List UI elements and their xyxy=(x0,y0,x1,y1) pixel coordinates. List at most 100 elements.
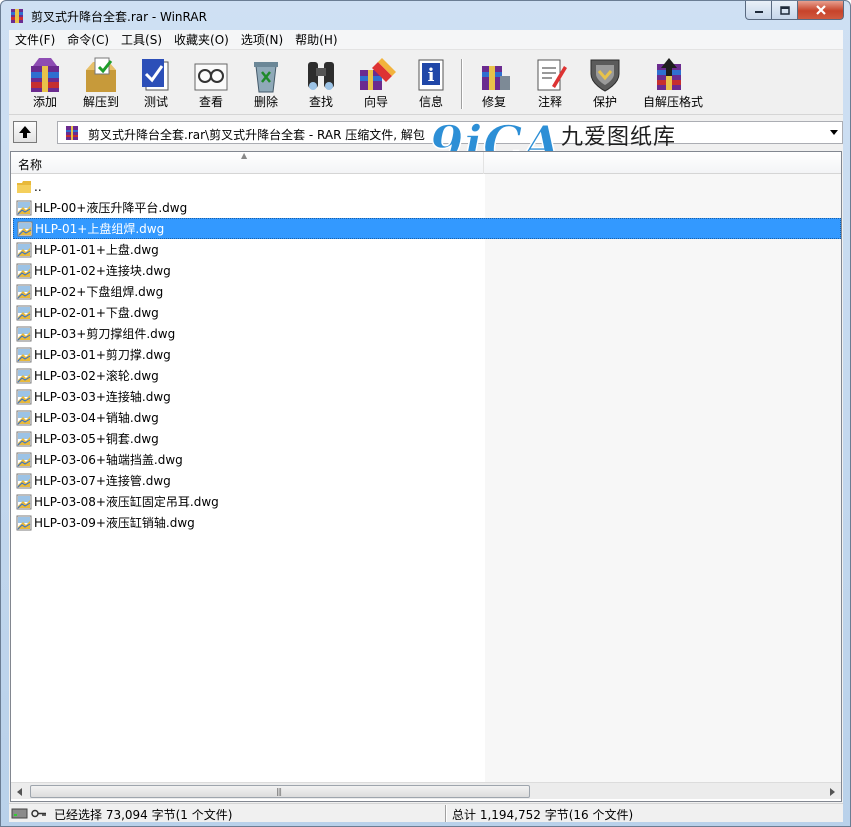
toolbar-separator xyxy=(461,59,463,109)
menu-help[interactable]: 帮助(H) xyxy=(289,30,343,50)
dwg-file-icon xyxy=(16,284,32,299)
table-row[interactable]: HLP-03-05+铜套.dwg xyxy=(13,428,483,449)
file-name: HLP-03-01+剪刀撑.dwg xyxy=(34,348,171,362)
protect-icon xyxy=(590,59,620,92)
table-row[interactable]: HLP-03-04+销轴.dwg xyxy=(13,407,483,428)
test-icon xyxy=(142,59,169,91)
toolbar-delete-label: 删除 xyxy=(253,95,278,109)
dwg-file-icon xyxy=(16,452,32,467)
dwg-file-icon xyxy=(16,410,32,425)
file-name: HLP-03-03+连接轴.dwg xyxy=(34,390,171,404)
toolbar-repair-button[interactable]: 修复 xyxy=(468,54,520,112)
file-name: HLP-02+下盘组焊.dwg xyxy=(34,285,164,299)
repair-icon xyxy=(482,66,510,90)
toolbar-repair-label: 修复 xyxy=(481,95,506,109)
file-name: HLP-01-01+上盘.dwg xyxy=(34,243,159,257)
status-divider xyxy=(445,805,447,822)
toolbar-info-button[interactable]: i 信息 xyxy=(405,54,457,112)
maximize-button[interactable] xyxy=(772,1,798,20)
menu-file[interactable]: 文件(F) xyxy=(9,30,61,50)
close-button[interactable] xyxy=(798,1,844,20)
menu-options[interactable]: 选项(N) xyxy=(235,30,289,50)
extract-to-icon xyxy=(86,57,116,92)
menu-favorites[interactable]: 收藏夹(O) xyxy=(168,30,235,50)
horizontal-scrollbar[interactable]: ||| xyxy=(11,782,841,799)
toolbar-find-button[interactable]: 查找 xyxy=(295,54,347,112)
dwg-file-icon xyxy=(16,200,32,215)
close-icon xyxy=(815,5,826,15)
toolbar-find-label: 查找 xyxy=(308,95,333,109)
file-name: HLP-03-09+液压缸销轴.dwg xyxy=(34,516,195,530)
winrar-window: 剪叉式升降台全套.rar - WinRAR 文件(F) 命令(C) 工具(S) … xyxy=(0,0,851,827)
scroll-right-button[interactable] xyxy=(824,783,841,800)
file-name: HLP-03-04+销轴.dwg xyxy=(34,411,159,425)
toolbar-add-button[interactable]: 添加 xyxy=(19,54,71,112)
table-row[interactable]: HLP-00+液压升降平台.dwg xyxy=(13,197,483,218)
find-icon xyxy=(308,62,334,90)
toolbar-protect-label: 保护 xyxy=(592,95,617,109)
toolbar-comment-button[interactable]: 注释 xyxy=(524,54,576,112)
file-name: HLP-03-07+连接管.dwg xyxy=(34,474,171,488)
folder-icon xyxy=(17,180,31,193)
table-row[interactable]: HLP-03-03+连接轴.dwg xyxy=(13,386,483,407)
table-row[interactable]: HLP-03-09+液压缸销轴.dwg xyxy=(13,512,483,533)
toolbar-wizard-label: 向导 xyxy=(363,95,388,109)
dwg-file-icon xyxy=(16,494,32,509)
table-row[interactable]: HLP-01-02+连接块.dwg xyxy=(13,260,483,281)
file-list[interactable]: ▲ 名称 .. HLP-00+液压升降平台.dwg HLP-01+上盘组焊.dwg H… xyxy=(10,151,842,802)
scroll-thumb[interactable]: ||| xyxy=(30,785,530,798)
table-row[interactable]: HLP-01+上盘组焊.dwg xyxy=(13,218,841,239)
toolbar-sfx-button[interactable]: 自解压格式 xyxy=(643,54,703,112)
toolbar-wizard-button[interactable]: 向导 xyxy=(350,54,402,112)
table-row[interactable]: HLP-02+下盘组焊.dwg xyxy=(13,281,483,302)
scroll-grip-icon: ||| xyxy=(276,787,282,796)
parent-folder-row[interactable]: .. xyxy=(13,176,483,197)
file-name: HLP-03-02+滚轮.dwg xyxy=(34,369,159,383)
column-header: ▲ 名称 xyxy=(11,152,841,174)
table-row[interactable]: HLP-01-01+上盘.dwg xyxy=(13,239,483,260)
menu-commands[interactable]: 命令(C) xyxy=(61,30,115,50)
table-row[interactable]: HLP-02-01+下盘.dwg xyxy=(13,302,483,323)
comment-icon xyxy=(537,59,567,91)
path-dropdown-button[interactable] xyxy=(825,122,842,143)
path-combobox[interactable]: 剪叉式升降台全套.rar\剪叉式升降台全套 - RAR 压缩文件, 解包 xyxy=(57,121,843,144)
toolbar-delete-button[interactable]: 删除 xyxy=(240,54,292,112)
toolbar-add-label: 添加 xyxy=(32,95,57,109)
dwg-file-icon xyxy=(17,221,33,236)
column-header-empty[interactable] xyxy=(485,152,841,174)
scroll-left-button[interactable] xyxy=(11,783,28,800)
up-folder-button[interactable] xyxy=(13,121,37,143)
wizard-icon xyxy=(360,58,396,90)
add-archive-icon xyxy=(31,58,59,92)
info-icon: i xyxy=(418,59,444,91)
column-name-header[interactable]: ▲ 名称 xyxy=(11,152,484,174)
table-row[interactable]: HLP-03-02+滚轮.dwg xyxy=(13,365,483,386)
file-name: HLP-03+剪刀撑组件.dwg xyxy=(34,327,176,341)
toolbar-test-button[interactable]: 测试 xyxy=(130,54,182,112)
dwg-file-icon xyxy=(16,326,32,341)
minimize-button[interactable] xyxy=(745,1,772,20)
total-status: 总计 1,194,752 字节(16 个文件) xyxy=(452,808,634,822)
delete-icon xyxy=(254,62,278,93)
dwg-file-icon xyxy=(16,368,32,383)
toolbar-extract-button[interactable]: 解压到 xyxy=(75,54,127,112)
table-row[interactable]: HLP-03-07+连接管.dwg xyxy=(13,470,483,491)
file-name: .. xyxy=(34,179,42,194)
file-name: HLP-01-02+连接块.dwg xyxy=(34,264,171,278)
scroll-right-icon xyxy=(830,787,835,796)
archive-icon xyxy=(66,126,78,140)
table-row[interactable]: HLP-03-06+轴端挡盖.dwg xyxy=(13,449,483,470)
table-row[interactable]: HLP-03-08+液压缸固定吊耳.dwg xyxy=(13,491,483,512)
winrar-app-icon[interactable] xyxy=(9,8,25,24)
dwg-file-icon xyxy=(16,431,32,446)
file-name: HLP-03-05+铜套.dwg xyxy=(34,432,159,446)
table-row[interactable]: HLP-03-01+剪刀撑.dwg xyxy=(13,344,483,365)
toolbar-protect-button[interactable]: 保护 xyxy=(579,54,631,112)
menu-tools[interactable]: 工具(S) xyxy=(115,30,168,50)
dwg-file-icon xyxy=(16,305,32,320)
scroll-left-icon xyxy=(17,787,22,796)
title-bar[interactable]: 剪叉式升降台全套.rar - WinRAR xyxy=(1,1,850,30)
path-text: 剪叉式升降台全套.rar\剪叉式升降台全套 - RAR 压缩文件, 解包 xyxy=(88,128,425,142)
table-row[interactable]: HLP-03+剪刀撑组件.dwg xyxy=(13,323,483,344)
toolbar-view-button[interactable]: 查看 xyxy=(185,54,237,112)
